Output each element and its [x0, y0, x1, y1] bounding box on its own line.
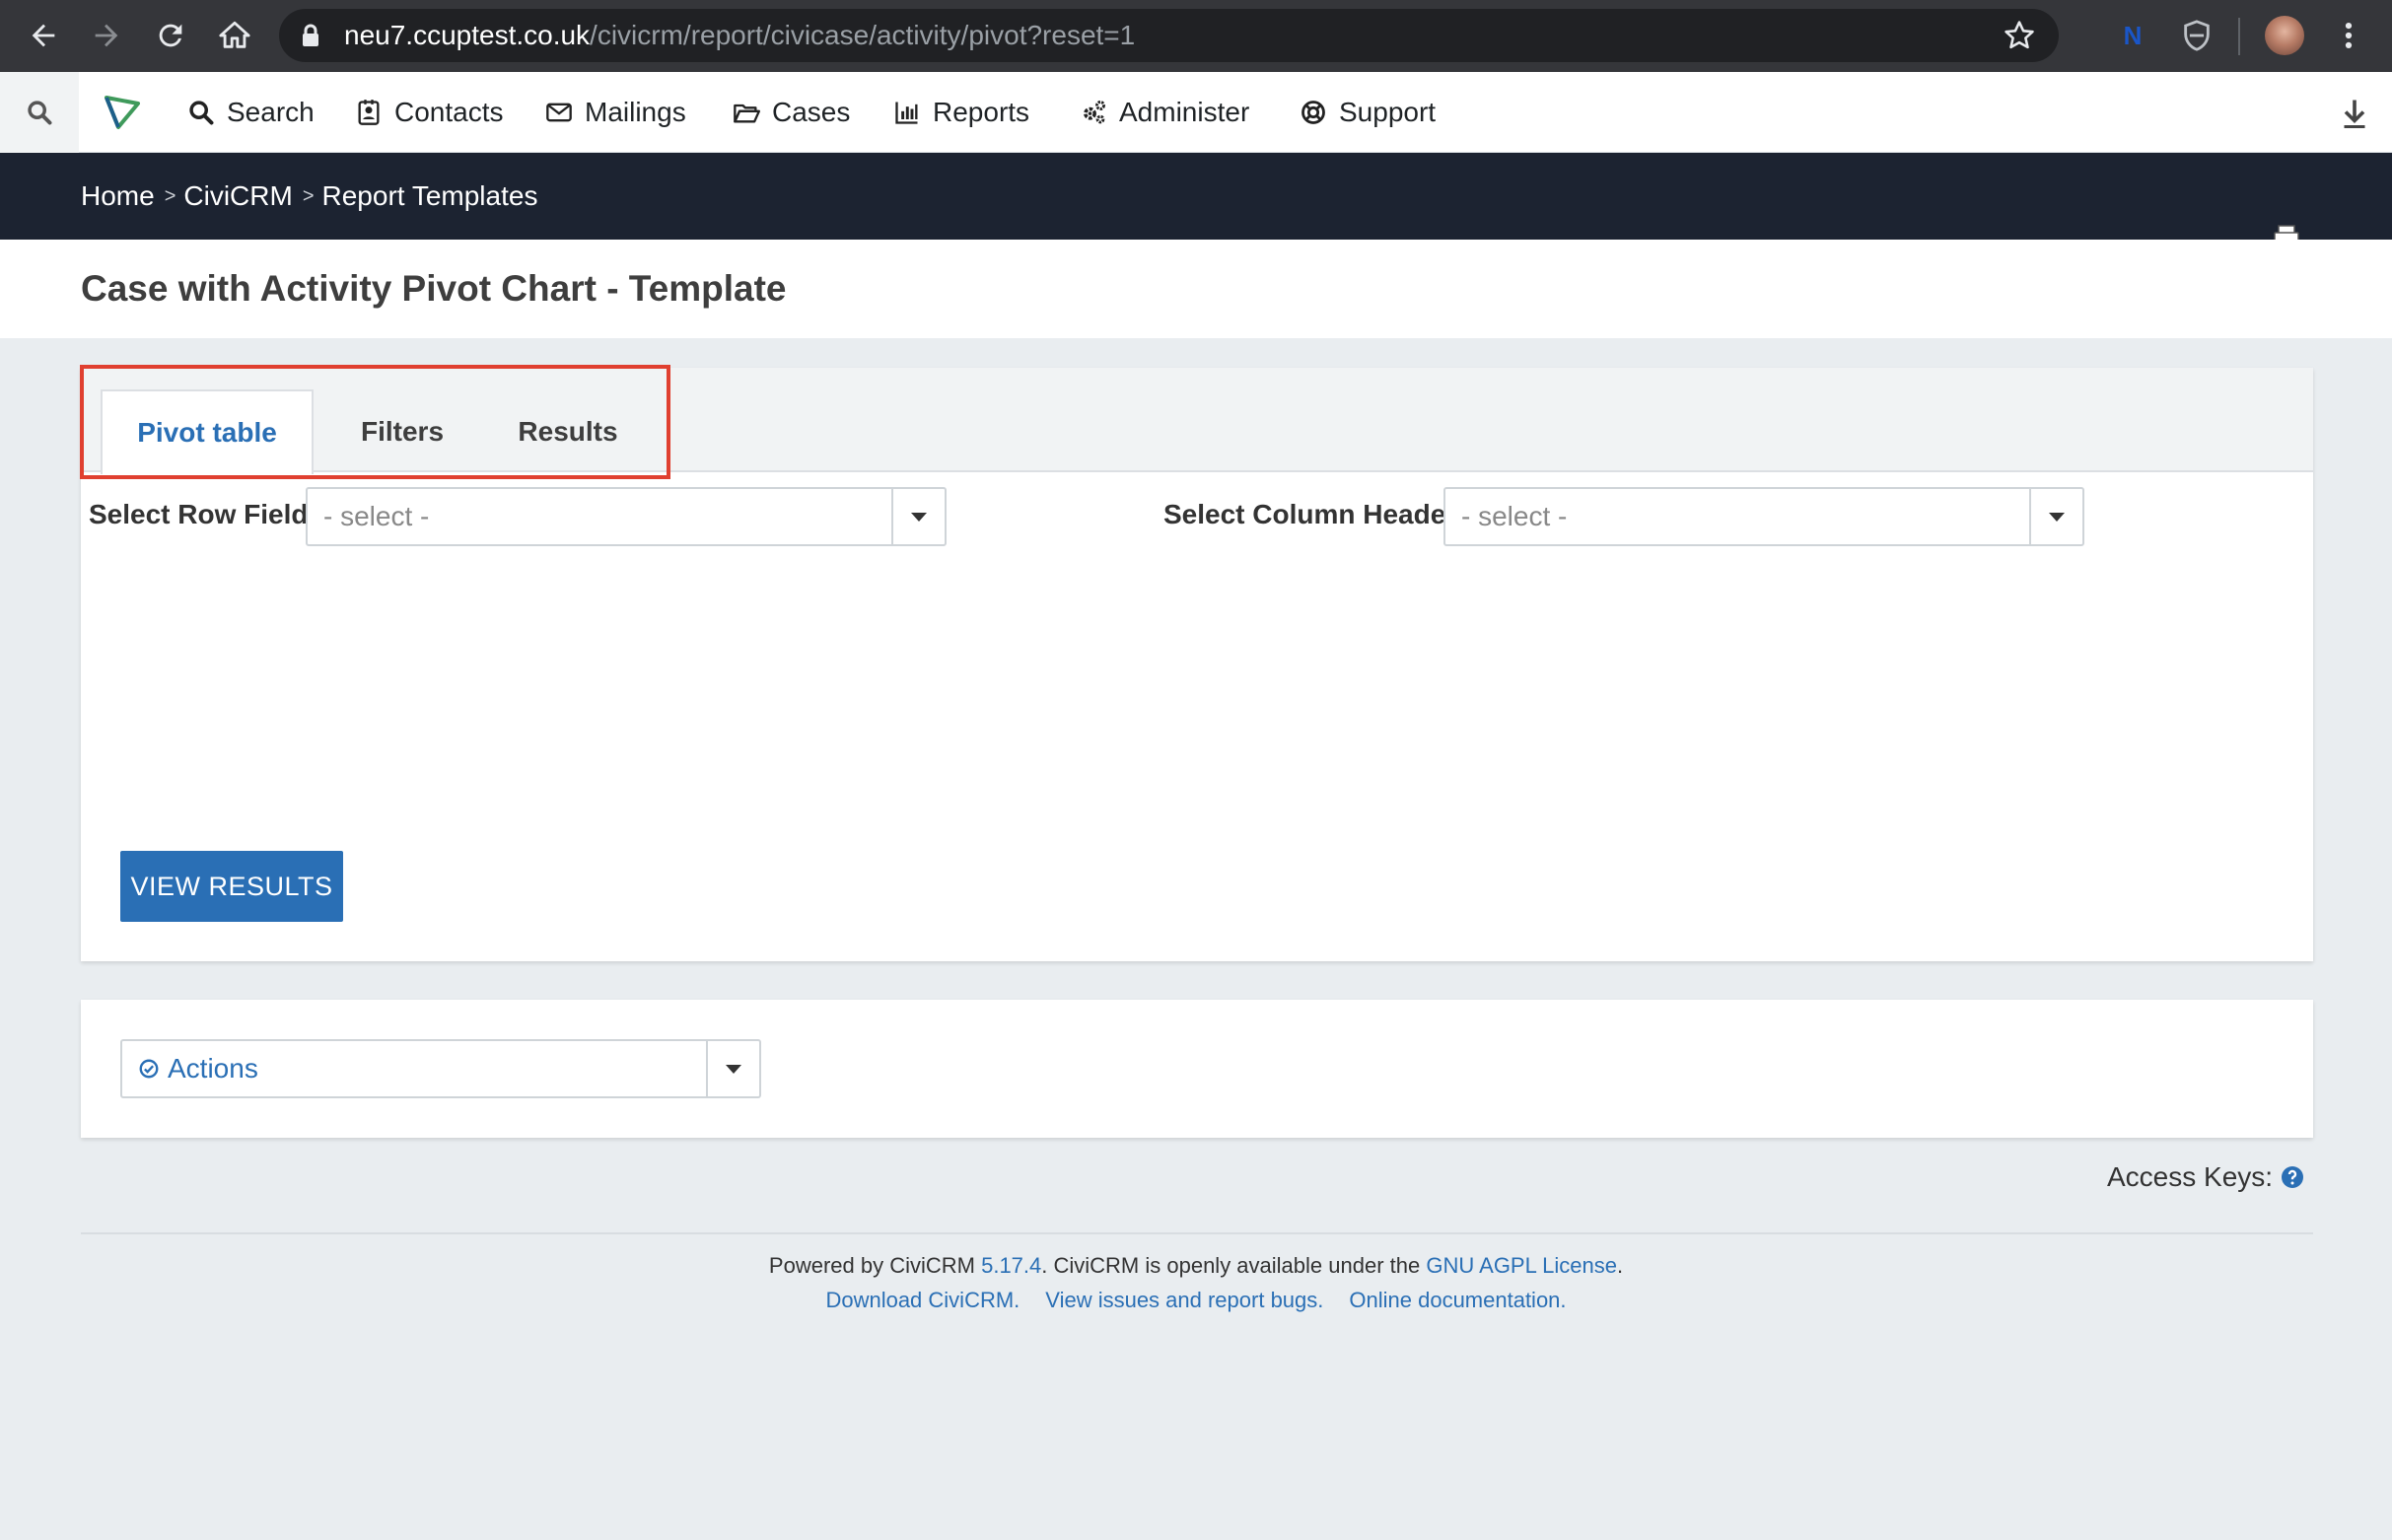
check-circle-icon	[139, 1059, 159, 1079]
row-fields-select[interactable]: - select -	[306, 487, 947, 546]
civicrm-logo-icon[interactable]	[103, 94, 142, 131]
footer-links: Download CiviCRM. View issues and report…	[0, 1288, 2392, 1313]
bar-chart-icon	[895, 102, 918, 124]
row-fields-label: Select Row Fields	[89, 499, 324, 529]
breadcrumb-separator: >	[302, 184, 315, 207]
profile-avatar[interactable]	[2265, 16, 2304, 55]
chevron-down-icon[interactable]	[891, 489, 945, 544]
footer-download-link[interactable]: Download CiviCRM.	[825, 1288, 1020, 1313]
chevron-down-icon[interactable]	[2029, 489, 2082, 544]
actions-panel: Actions	[81, 1000, 2313, 1138]
lock-icon	[303, 24, 318, 46]
title-band: Case with Activity Pivot Chart - Templat…	[0, 240, 2392, 338]
menu-search[interactable]: Search	[187, 72, 315, 153]
footer-powered-by: Powered by CiviCRM 5.17.4. CiviCRM is op…	[0, 1253, 2392, 1279]
actions-text: Actions	[168, 1053, 258, 1084]
menu-support[interactable]: Support	[1300, 72, 1436, 153]
quicksearch-button[interactable]	[0, 72, 79, 153]
bookmark-star-icon[interactable]	[2003, 19, 2036, 52]
access-keys-label: Access Keys:	[2107, 1161, 2274, 1192]
breadcrumb-report-templates[interactable]: Report Templates	[322, 180, 538, 212]
home-icon[interactable]	[207, 8, 262, 63]
folder-open-icon	[734, 104, 760, 123]
tabs-highlight-annotation	[80, 365, 670, 479]
menu-label: Mailings	[585, 97, 686, 127]
extension-n-icon[interactable]: N	[2113, 16, 2152, 55]
menubar-collapse-icon[interactable]	[2337, 96, 2372, 131]
chevron-down-icon[interactable]	[706, 1041, 759, 1096]
access-keys[interactable]: Access Keys:	[2107, 1155, 2304, 1199]
menu-label: Administer	[1119, 97, 1250, 127]
menu-label: Reports	[933, 97, 1030, 127]
breadcrumb: Home > CiviCRM > Report Templates	[81, 153, 537, 240]
kebab-menu-icon[interactable]	[2329, 16, 2368, 55]
menu-label: Contacts	[394, 97, 504, 127]
question-circle-icon[interactable]	[2281, 1165, 2304, 1189]
actions-label: Actions	[138, 1041, 258, 1096]
search-icon	[28, 101, 52, 125]
breadcrumb-civicrm[interactable]: CiviCRM	[183, 180, 292, 212]
menu-reports[interactable]: Reports	[893, 72, 1029, 153]
forward-icon[interactable]	[79, 8, 134, 63]
print-icon[interactable]	[2274, 225, 2299, 241]
row-fields-value: - select -	[323, 501, 430, 531]
footer-powered-text: Powered by CiviCRM	[768, 1253, 975, 1278]
breadcrumb-separator: >	[164, 184, 176, 207]
address-bar[interactable]: neu7.ccuptest.co.uk/civicrm/report/civic…	[279, 9, 2059, 62]
column-header-label: Select Column Header	[1163, 499, 1457, 529]
menu-label: Cases	[772, 97, 851, 127]
url-text: neu7.ccuptest.co.uk/civicrm/report/civic…	[344, 20, 1136, 50]
gears-icon	[1084, 101, 1105, 124]
life-ring-icon	[1302, 101, 1325, 124]
search-icon	[189, 101, 214, 125]
menu-cases[interactable]: Cases	[733, 72, 850, 153]
reload-icon[interactable]	[143, 8, 198, 63]
breadcrumb-home[interactable]: Home	[81, 180, 155, 212]
envelope-icon	[546, 103, 572, 122]
footer-period: .	[1616, 1253, 1624, 1278]
menu-label: Search	[227, 97, 315, 127]
footer-version-link[interactable]: 5.17.4	[981, 1253, 1041, 1278]
footer-docs-link[interactable]: Online documentation.	[1349, 1288, 1566, 1313]
menu-label: Support	[1339, 97, 1437, 127]
back-icon[interactable]	[16, 8, 71, 63]
menu-administer[interactable]: Administer	[1080, 72, 1249, 153]
footer-license-link[interactable]: GNU AGPL License	[1426, 1253, 1617, 1278]
page-title: Case with Activity Pivot Chart - Templat…	[81, 268, 787, 309]
footer-license-text: . CiviCRM is openly available under the	[1041, 1253, 1421, 1278]
shield-extension-icon[interactable]	[2177, 16, 2216, 55]
column-header-value: - select -	[1461, 501, 1568, 531]
view-results-button[interactable]: VIEW RESULTS	[120, 851, 343, 922]
browser-toolbar: neu7.ccuptest.co.uk/civicrm/report/civic…	[0, 0, 2392, 72]
contact-card-icon	[358, 100, 380, 125]
column-header-select[interactable]: - select -	[1443, 487, 2084, 546]
breadcrumb-bar: Home > CiviCRM > Report Templates	[0, 153, 2392, 240]
footer-divider	[81, 1232, 2313, 1234]
toolbar-divider	[2238, 18, 2240, 55]
actions-select[interactable]: Actions	[120, 1039, 761, 1098]
menu-contacts[interactable]: Contacts	[355, 72, 504, 153]
menu-mailings[interactable]: Mailings	[545, 72, 686, 153]
footer-issues-link[interactable]: View issues and report bugs.	[1045, 1288, 1323, 1313]
civicrm-menubar: Search Contacts Mailings Cases Reports A…	[0, 72, 2392, 153]
